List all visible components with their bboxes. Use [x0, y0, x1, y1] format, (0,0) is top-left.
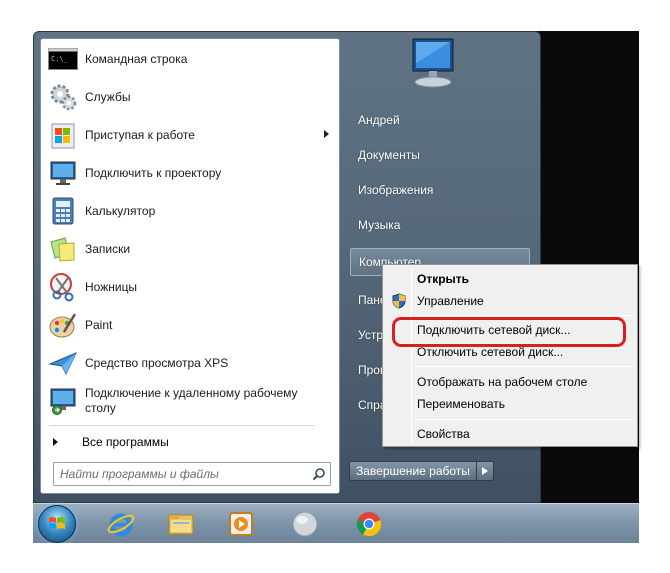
media-player-icon[interactable]: [221, 506, 261, 542]
shutdown-button[interactable]: Завершение работы: [349, 461, 477, 481]
program-item-cmd[interactable]: C:\_ Командная строка: [45, 41, 335, 77]
program-item-paint[interactable]: Paint: [45, 307, 335, 343]
context-item-label: Управление: [417, 294, 484, 308]
right-item-documents[interactable]: Документы: [350, 141, 530, 169]
getting-started-icon: [47, 119, 79, 151]
program-item-remote-desktop[interactable]: Подключение к удаленному рабочему столу: [45, 383, 335, 419]
program-label: Калькулятор: [85, 203, 156, 218]
shutdown-group: Завершение работы: [349, 461, 494, 481]
context-item-map-network-drive[interactable]: Подключить сетевой диск...: [385, 319, 635, 341]
context-item-show-on-desktop[interactable]: Отображать на рабочем столе: [385, 371, 635, 393]
program-label: Средство просмотра XPS: [85, 355, 229, 370]
program-label: Командная строка: [85, 51, 188, 66]
submenu-arrow-icon: [324, 130, 329, 138]
context-item-rename[interactable]: Переименовать: [385, 393, 635, 415]
programs-separator: [49, 425, 315, 426]
program-label: Ножницы: [85, 279, 138, 294]
program-item-services[interactable]: Службы: [45, 79, 335, 115]
uac-shield-icon: [391, 293, 407, 309]
all-programs-label: Все программы: [82, 435, 169, 449]
context-menu: Открыть Управление Подключить сетевой ди…: [382, 264, 638, 447]
taskbar: [33, 503, 639, 543]
shutdown-options-arrow-icon[interactable]: [476, 461, 494, 481]
right-item-music[interactable]: Музыка: [350, 211, 530, 239]
context-item-open[interactable]: Открыть: [385, 268, 635, 290]
program-item-xps-viewer[interactable]: Средство просмотра XPS: [45, 345, 335, 381]
calculator-icon: [47, 195, 79, 227]
context-menu-separator: [414, 315, 634, 316]
context-menu-separator: [414, 366, 634, 367]
program-label: Подключить к проектору: [85, 165, 222, 180]
program-label: Приступая к работе: [85, 127, 195, 142]
program-item-snipping-tool[interactable]: Ножницы: [45, 269, 335, 305]
paint-palette-icon: [47, 309, 79, 341]
remote-desktop-icon: [47, 385, 79, 417]
program-label-line1: Подключение к удаленному рабочему: [85, 386, 298, 400]
context-item-manage[interactable]: Управление: [385, 290, 635, 312]
program-item-calculator[interactable]: Калькулятор: [45, 193, 335, 229]
scissors-icon: [47, 271, 79, 303]
services-gears-icon: [47, 81, 79, 113]
search-icon[interactable]: [308, 463, 330, 485]
internet-explorer-icon[interactable]: [101, 506, 141, 542]
context-item-disconnect-network-drive[interactable]: Отключить сетевой диск...: [385, 341, 635, 363]
user-picture-computer-icon[interactable]: [403, 37, 461, 91]
svg-text:C:\_: C:\_: [51, 55, 69, 63]
context-menu-separator: [414, 419, 634, 420]
program-item-getting-started[interactable]: Приступая к работе: [45, 117, 335, 153]
start-menu-programs-pane: C:\_ Командная строка Службы Приступая к…: [40, 38, 340, 494]
right-item-pictures[interactable]: Изображения: [350, 176, 530, 204]
program-item-sticky-notes[interactable]: Записки: [45, 231, 335, 267]
program-label: Paint: [85, 317, 113, 332]
sticky-notes-icon: [47, 233, 79, 265]
file-explorer-folder-icon[interactable]: [161, 506, 201, 542]
program-label: Записки: [85, 241, 131, 256]
xps-viewer-icon: [47, 347, 79, 379]
program-label: Службы: [85, 89, 131, 104]
all-programs-arrow-icon: [53, 438, 58, 446]
command-prompt-icon: C:\_: [47, 43, 79, 75]
search-input[interactable]: [60, 464, 308, 484]
all-programs-button[interactable]: Все программы: [53, 432, 323, 452]
program-label-line2: столу: [85, 401, 116, 415]
search-box[interactable]: [53, 462, 331, 486]
generic-app-icon[interactable]: [285, 506, 325, 542]
program-item-projector[interactable]: Подключить к проектору: [45, 155, 335, 191]
program-label: Подключение к удаленному рабочему столу: [85, 386, 298, 416]
chrome-icon[interactable]: [349, 506, 389, 542]
windows-start-orb-icon[interactable]: [38, 505, 76, 543]
projector-monitor-icon: [47, 157, 79, 189]
right-item-user[interactable]: Андрей: [350, 106, 530, 134]
context-item-properties[interactable]: Свойства: [385, 423, 635, 445]
